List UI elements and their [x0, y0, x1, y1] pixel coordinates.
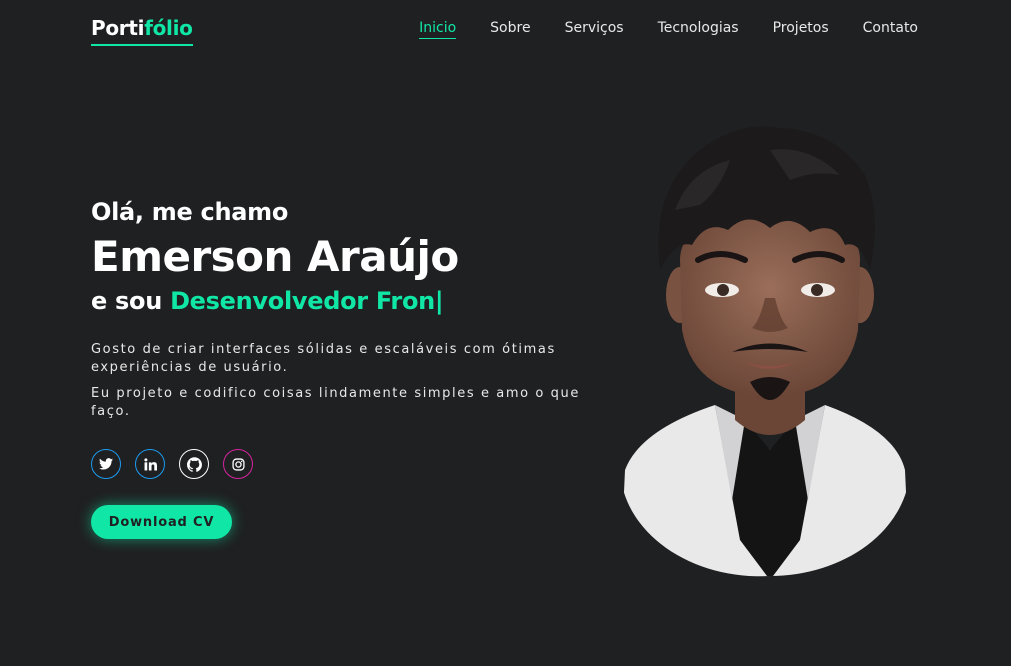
- typing-cursor: |: [434, 287, 444, 315]
- instagram-link[interactable]: [223, 449, 253, 479]
- hero-section: Olá, me chamo Emerson Araújo e sou Desen…: [91, 194, 591, 421]
- hero-role-typed: Desenvolvedor Fron: [170, 287, 435, 315]
- avatar: [620, 120, 910, 580]
- hero-description-1: Gosto de criar interfaces sólidas e esca…: [91, 342, 556, 375]
- nav-item-inicio[interactable]: Inicio: [419, 20, 457, 39]
- nav-item-projetos[interactable]: Projetos: [773, 20, 829, 39]
- instagram-icon: [231, 457, 245, 471]
- hero-description-2: Eu projeto e codifico coisas lindamente …: [91, 386, 580, 419]
- social-links: [91, 449, 253, 479]
- logo[interactable]: Portifólio: [91, 16, 193, 46]
- nav-item-tecnologias[interactable]: Tecnologias: [658, 20, 739, 39]
- logo-text-accent: fólio: [144, 16, 193, 40]
- nav-item-sobre[interactable]: Sobre: [490, 20, 530, 39]
- hero-role-prefix: e sou: [91, 287, 162, 315]
- hero-name: Emerson Araújo: [91, 232, 459, 281]
- twitter-link[interactable]: [91, 449, 121, 479]
- linkedin-icon: [143, 457, 157, 470]
- nav-item-servicos[interactable]: Serviços: [565, 20, 624, 39]
- hero-role: e sou Desenvolvedor Fron|: [91, 284, 591, 318]
- logo-text-primary: Porti: [91, 16, 145, 40]
- main-nav: Inicio Sobre Serviços Tecnologias Projet…: [419, 20, 918, 39]
- hero-greeting: Olá, me chamo: [91, 198, 289, 226]
- nav-item-contato[interactable]: Contato: [863, 20, 918, 39]
- download-cv-button[interactable]: Download CV: [91, 505, 232, 539]
- github-icon: [186, 456, 202, 472]
- twitter-icon: [99, 458, 113, 470]
- avatar-illustration: [620, 126, 910, 577]
- github-link[interactable]: [179, 449, 209, 479]
- linkedin-link[interactable]: [135, 449, 165, 479]
